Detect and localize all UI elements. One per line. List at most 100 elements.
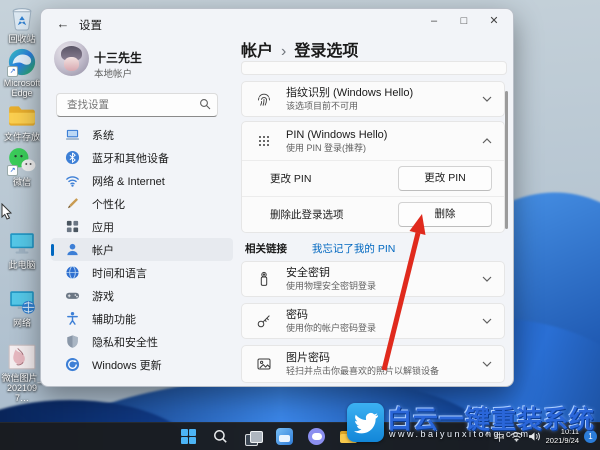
sidebar-item-personalization[interactable]: 个性化 xyxy=(51,192,233,215)
sidebar-item-time-language[interactable]: 时间和语言 xyxy=(51,261,233,284)
pin-remove-row: 删除此登录选项 删除 xyxy=(242,196,504,232)
shortcut-arrow-icon: ↗ xyxy=(7,66,18,77)
ime-indicator[interactable]: 中 xyxy=(495,429,505,444)
desktop-icon-label: 回收站 xyxy=(8,34,36,44)
pin-remove-label: 删除此登录选项 xyxy=(270,209,344,221)
remove-pin-button[interactable]: 删除 xyxy=(398,202,492,227)
related-links-label: 相关链接 xyxy=(245,243,287,255)
card-fingerprint[interactable]: 指纹识别 (Windows Hello) 该选项目前不可用 xyxy=(241,81,505,117)
avatar[interactable] xyxy=(54,41,89,76)
gaming-icon xyxy=(65,292,80,299)
sidebar-item-label: 蓝牙和其他设备 xyxy=(92,152,169,165)
sidebar-item-windows-update[interactable]: Windows 更新 xyxy=(51,353,233,376)
row-title: 安全密钥 xyxy=(286,266,330,279)
maximize-button[interactable]: □ xyxy=(449,9,479,33)
tray-expand-icon[interactable]: ^ xyxy=(485,431,490,442)
window-title: 设置 xyxy=(79,20,102,32)
search-input[interactable] xyxy=(65,95,194,115)
sidebar-item-apps[interactable]: 应用 xyxy=(51,215,233,238)
minimize-button[interactable]: – xyxy=(419,9,449,33)
chevron-up-icon[interactable] xyxy=(482,138,492,144)
recycle-bin-icon xyxy=(7,3,37,33)
sidebar-item-label: 辅助功能 xyxy=(92,313,136,326)
card-password[interactable]: 密码 使用你的帐户密码登录 xyxy=(241,303,505,339)
chevron-down-icon[interactable] xyxy=(482,361,492,367)
pin-change-label: 更改 PIN xyxy=(270,173,312,185)
sidebar-item-system[interactable]: 系统 xyxy=(51,123,233,146)
time-language-icon xyxy=(66,265,79,280)
desktop-icon-label: 文件存放 xyxy=(3,132,40,142)
desktop-icon-network[interactable]: 网络 xyxy=(0,287,44,328)
this-pc-icon xyxy=(7,229,37,259)
windows-logo-icon xyxy=(181,429,196,444)
sidebar-item-accounts[interactable]: 帐户 xyxy=(51,238,233,261)
back-button[interactable]: ← xyxy=(53,14,73,34)
card-pin[interactable]: PIN (Windows Hello) 使用 PIN 登录(推荐) 更改 PIN… xyxy=(241,121,505,233)
file-explorer-button[interactable] xyxy=(338,426,359,447)
vertical-scrollbar[interactable] xyxy=(505,91,508,229)
desktop-icon-label: 微信 xyxy=(12,177,31,187)
card-security-key[interactable]: 安全密钥 使用物理安全密钥登录 xyxy=(241,261,505,297)
row-subtitle: 使用你的帐户密码登录 xyxy=(286,322,377,333)
row-subtitle: 该选项目前不可用 xyxy=(286,100,359,111)
chevron-down-icon[interactable] xyxy=(482,96,492,102)
windows-update-icon xyxy=(65,357,80,372)
desktop-icon-recycle-bin[interactable]: 回收站 xyxy=(0,3,44,44)
pin-keypad-icon xyxy=(259,136,269,146)
sidebar-item-network[interactable]: 网络 & Internet xyxy=(51,169,233,192)
folder-icon xyxy=(7,101,37,131)
row-title: 图片密码 xyxy=(286,351,330,364)
card-picture-password[interactable]: 图片密码 轻扫并点击你最喜欢的照片以解锁设备 xyxy=(241,345,505,383)
settings-search-box[interactable] xyxy=(56,93,218,117)
profile-name: 十三先生 xyxy=(94,51,143,65)
desktop-icon-image-file[interactable]: 微信图片_2021097… xyxy=(0,342,44,403)
network-tray-icon[interactable] xyxy=(509,431,523,442)
settings-window: ← 设置 – □ ✕ 十三先生 本地帐户 系统 蓝牙和其他设备 网络 & Int… xyxy=(40,8,514,387)
desktop-icon-label: Microsoft Edge xyxy=(3,78,41,98)
account-icon xyxy=(67,243,78,256)
row-title: PIN (Windows Hello) xyxy=(286,128,388,141)
taskbar-clock[interactable]: 10:11 2021/9/24 xyxy=(546,427,579,445)
desktop-icon-label: 此电脑 xyxy=(8,260,36,270)
edge-icon: ↗ xyxy=(7,47,37,77)
shield-icon xyxy=(67,335,78,348)
sidebar-item-label: 帐户 xyxy=(92,244,114,257)
desktop-icon-edge[interactable]: ↗ Microsoft Edge xyxy=(0,47,44,98)
chevron-down-icon[interactable] xyxy=(482,318,492,324)
apps-icon xyxy=(66,220,79,233)
volume-tray-icon[interactable] xyxy=(528,431,541,442)
image-file-icon xyxy=(7,342,37,372)
chat-button[interactable] xyxy=(306,426,327,447)
sidebar-item-bluetooth-devices[interactable]: 蓝牙和其他设备 xyxy=(51,146,233,169)
row-subtitle: 使用物理安全密钥登录 xyxy=(286,280,377,291)
task-view-button[interactable] xyxy=(242,426,263,447)
chevron-down-icon[interactable] xyxy=(482,276,492,282)
desktop-icon-label: 微信图片_2021097… xyxy=(1,373,43,403)
change-pin-button[interactable]: 更改 PIN xyxy=(398,166,492,191)
widgets-button[interactable] xyxy=(274,426,295,447)
accessibility-icon xyxy=(67,311,78,325)
notification-badge[interactable]: 1 xyxy=(584,430,597,443)
bluetooth-icon xyxy=(65,150,80,165)
sidebar-item-privacy-security[interactable]: 隐私和安全性 xyxy=(51,330,233,353)
titlebar[interactable]: ← 设置 – □ ✕ xyxy=(41,9,513,39)
breadcrumb-parent[interactable]: 帐户 xyxy=(241,43,273,60)
forgot-pin-link[interactable]: 我忘记了我的 PIN xyxy=(312,243,395,255)
chat-icon xyxy=(308,428,325,445)
personalization-icon xyxy=(67,198,78,209)
row-title: 密码 xyxy=(286,308,308,321)
desktop-icon-folder[interactable]: 文件存放 xyxy=(0,101,44,142)
scrolled-card-partial xyxy=(241,61,507,75)
taskbar-search-button[interactable] xyxy=(210,426,231,447)
sidebar-item-accessibility[interactable]: 辅助功能 xyxy=(51,307,233,330)
row-title: 指纹识别 (Windows Hello) xyxy=(286,86,414,99)
widgets-icon xyxy=(276,428,293,445)
desktop-icon-wechat[interactable]: ↗ 微信 xyxy=(0,146,44,187)
picture-password-icon xyxy=(257,358,271,370)
sidebar-item-gaming[interactable]: 游戏 xyxy=(51,284,233,307)
start-button[interactable] xyxy=(178,426,199,447)
close-button[interactable]: ✕ xyxy=(479,9,509,33)
desktop-icon-this-pc[interactable]: 此电脑 xyxy=(0,229,44,270)
breadcrumb: 帐户 › 登录选项 xyxy=(241,37,358,61)
row-subtitle: 使用 PIN 登录(推荐) xyxy=(286,142,366,153)
